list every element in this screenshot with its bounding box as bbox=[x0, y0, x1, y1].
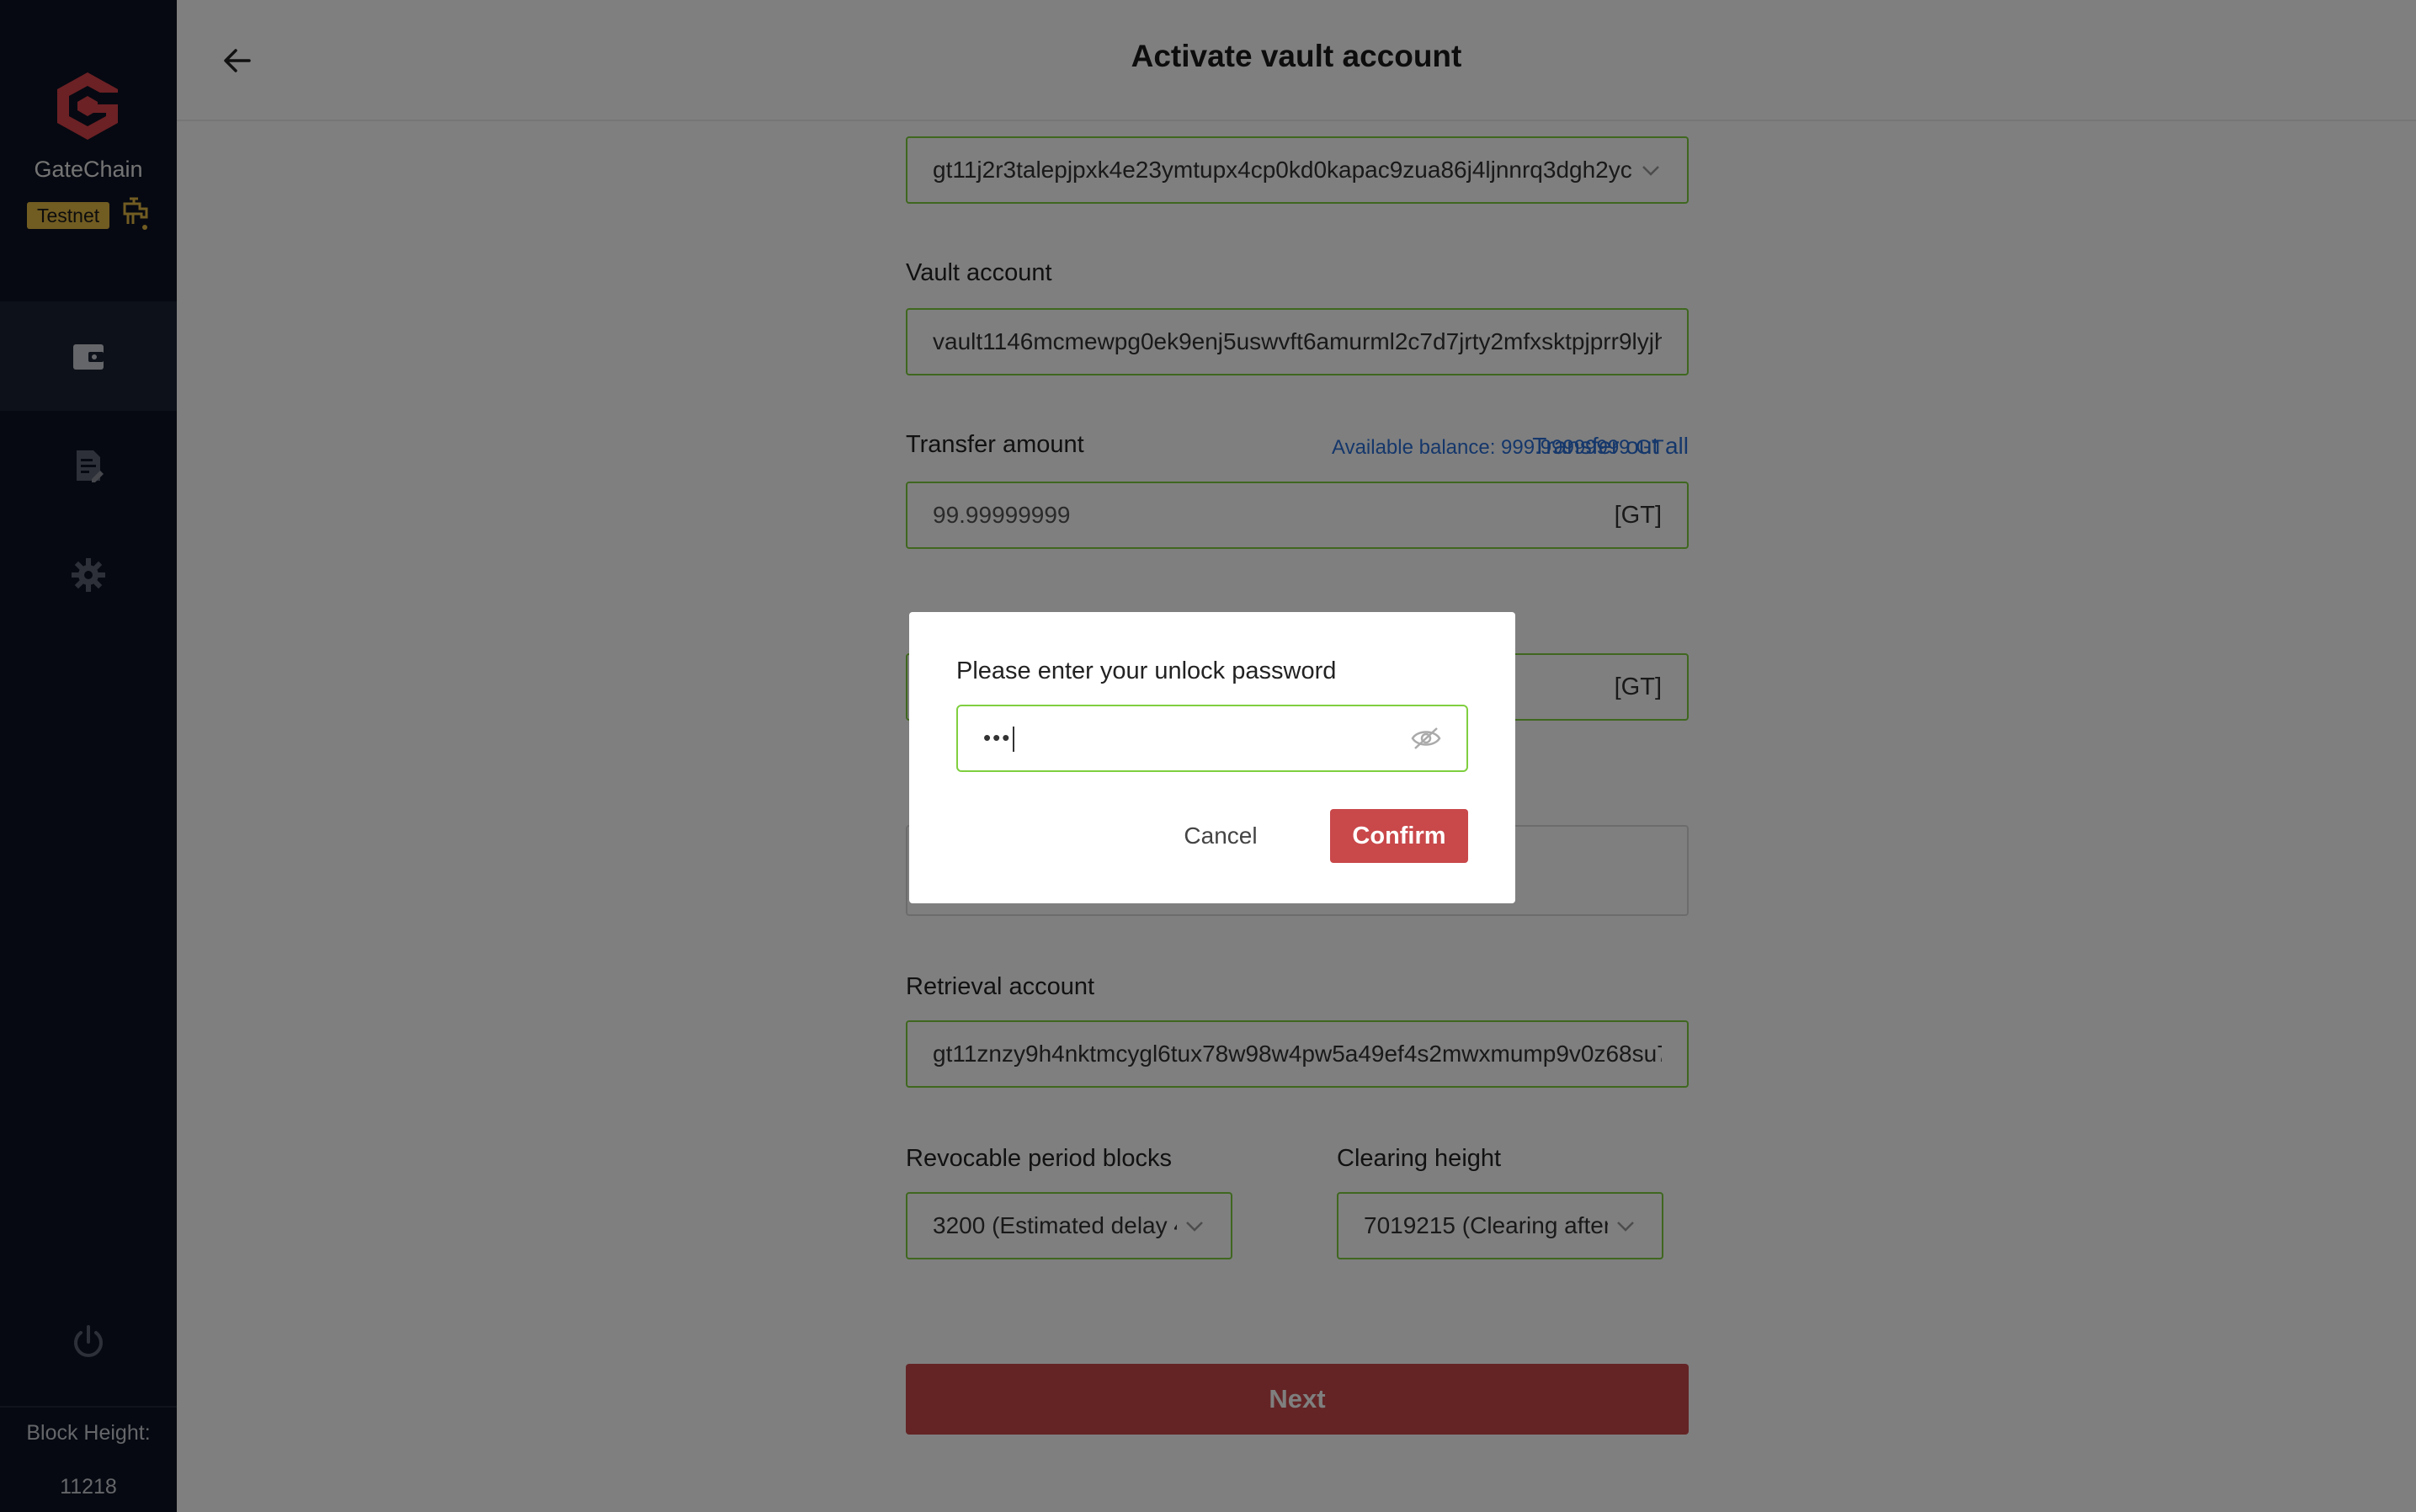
cancel-button[interactable]: Cancel bbox=[1170, 809, 1271, 863]
confirm-button[interactable]: Confirm bbox=[1330, 809, 1468, 863]
unlock-password-dialog: Please enter your unlock password ••• Ca… bbox=[909, 612, 1515, 903]
text-caret bbox=[1013, 727, 1015, 753]
password-mask: ••• bbox=[983, 724, 1012, 750]
dialog-title: Please enter your unlock password bbox=[956, 658, 1337, 684]
password-input[interactable]: ••• bbox=[956, 705, 1468, 772]
eye-off-icon[interactable] bbox=[1411, 726, 1441, 751]
